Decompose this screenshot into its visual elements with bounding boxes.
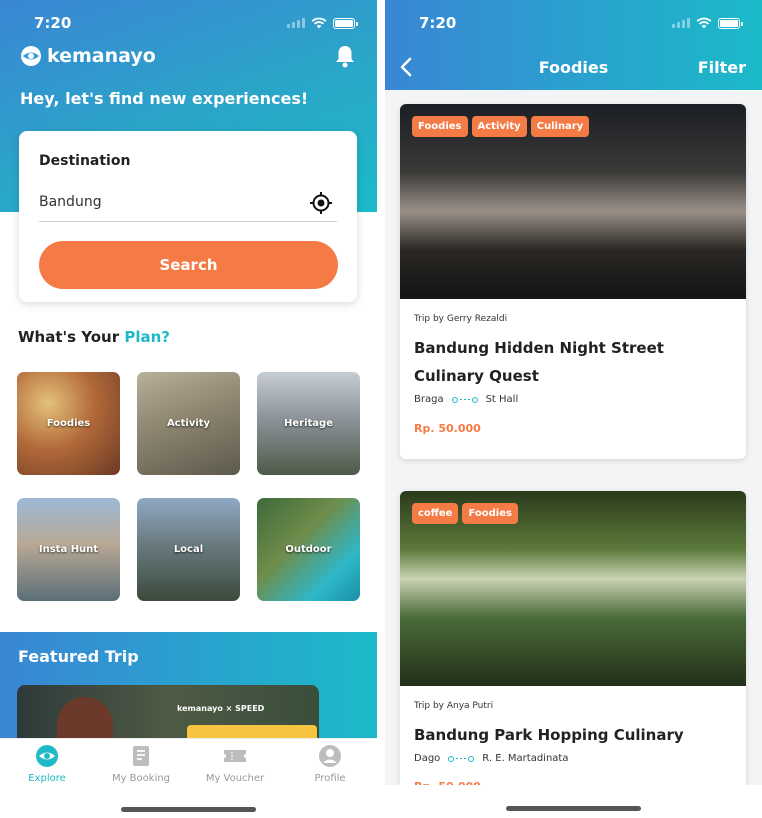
filter-button[interactable]: Filter bbox=[698, 58, 746, 77]
explore-icon bbox=[36, 745, 58, 767]
search-button[interactable]: Search bbox=[39, 241, 338, 289]
trip-tags: Foodies Activity Culinary bbox=[412, 116, 590, 137]
status-time: 7:20 bbox=[34, 14, 72, 32]
battery-icon bbox=[718, 17, 743, 29]
destination-field[interactable]: Bandung bbox=[39, 189, 337, 222]
destination-label: Destination bbox=[39, 153, 131, 169]
tag-badge: Activity bbox=[471, 116, 527, 137]
route-line-icon bbox=[451, 396, 478, 403]
trip-price: Rp. 50.000 bbox=[414, 422, 481, 435]
notification-button[interactable] bbox=[334, 44, 356, 72]
voucher-icon bbox=[224, 750, 246, 762]
trip-card[interactable]: Foodies Activity Culinary Trip by Gerry … bbox=[400, 104, 746, 459]
nav-my-booking[interactable]: My Booking bbox=[96, 743, 186, 784]
route-end: St Hall bbox=[485, 394, 519, 405]
foodies-screen: 7:20 Foodies Filter Foodies Activity Cul… bbox=[385, 0, 762, 818]
bottom-safe-area bbox=[385, 785, 762, 818]
wifi-icon bbox=[311, 17, 327, 29]
trip-author: Trip by Anya Putri bbox=[414, 701, 494, 711]
plan-section-title: What's Your Plan? bbox=[18, 328, 171, 346]
category-activity[interactable]: Activity bbox=[137, 372, 240, 475]
nav-my-voucher[interactable]: My Voucher bbox=[190, 743, 280, 784]
route-end: R. E. Martadinata bbox=[482, 753, 569, 764]
booking-icon bbox=[133, 746, 149, 766]
category-insta-hunt[interactable]: Insta Hunt bbox=[17, 498, 120, 601]
home-indicator bbox=[121, 807, 256, 812]
trip-route: Dago R. E. Martadinata bbox=[414, 753, 568, 764]
route-start: Braga bbox=[414, 394, 444, 405]
signal-icon bbox=[672, 18, 690, 28]
featured-banner[interactable]: kemanayo × SPEED bbox=[17, 685, 319, 745]
banner-brand: kemanayo × SPEED bbox=[177, 704, 265, 713]
tag-badge: coffee bbox=[412, 503, 459, 524]
kemanayo-logo-icon bbox=[21, 46, 41, 66]
featured-title: Featured Trip bbox=[18, 647, 139, 666]
status-bar: 7:20 bbox=[385, 12, 762, 36]
nav-explore-label: Explore bbox=[28, 773, 66, 784]
bottom-nav: Explore My Booking My Voucher Profile bbox=[0, 738, 377, 818]
route-line-icon bbox=[448, 755, 475, 762]
profile-icon bbox=[319, 745, 341, 767]
app-logo: kemanayo bbox=[20, 45, 156, 67]
nav-explore[interactable]: Explore bbox=[2, 743, 92, 784]
nav-my-voucher-label: My Voucher bbox=[205, 773, 265, 784]
search-card: Destination Bandung Search bbox=[19, 131, 357, 302]
trip-author: Trip by Gerry Rezaldi bbox=[414, 314, 508, 324]
crosshair-icon bbox=[310, 192, 332, 214]
status-bar: 7:20 bbox=[0, 12, 377, 36]
tag-badge: Foodies bbox=[412, 116, 468, 137]
location-button[interactable] bbox=[309, 191, 333, 219]
trip-route: Braga St Hall bbox=[414, 394, 518, 405]
trip-card[interactable]: coffee Foodies Trip by Anya Putri Bandun… bbox=[400, 491, 746, 791]
trip-tags: coffee Foodies bbox=[412, 503, 518, 524]
nav-profile-label: Profile bbox=[314, 773, 346, 784]
app-name: kemanayo bbox=[47, 45, 156, 67]
trip-name: Bandung Hidden Night Street Culinary Que… bbox=[414, 339, 664, 385]
category-heritage[interactable]: Heritage bbox=[257, 372, 360, 475]
wifi-icon bbox=[696, 17, 712, 29]
explore-screen: 7:20 kemanayo Hey, let's find new experi… bbox=[0, 0, 377, 818]
home-indicator bbox=[506, 806, 641, 811]
destination-value: Bandung bbox=[39, 194, 102, 210]
status-time: 7:20 bbox=[419, 14, 457, 32]
trip-name: Bandung Park Hopping Culinary bbox=[414, 726, 684, 744]
nav-my-booking-label: My Booking bbox=[111, 773, 171, 784]
route-start: Dago bbox=[414, 753, 441, 764]
nav-profile[interactable]: Profile bbox=[285, 743, 375, 784]
tag-badge: Foodies bbox=[462, 503, 518, 524]
greeting-text: Hey, let's find new experiences! bbox=[20, 89, 309, 108]
tag-badge: Culinary bbox=[530, 116, 590, 137]
category-local[interactable]: Local bbox=[137, 498, 240, 601]
category-foodies[interactable]: Foodies bbox=[17, 372, 120, 475]
battery-icon bbox=[333, 17, 358, 29]
category-outdoor[interactable]: Outdoor bbox=[257, 498, 360, 601]
signal-icon bbox=[287, 18, 305, 28]
bell-icon bbox=[336, 46, 354, 68]
